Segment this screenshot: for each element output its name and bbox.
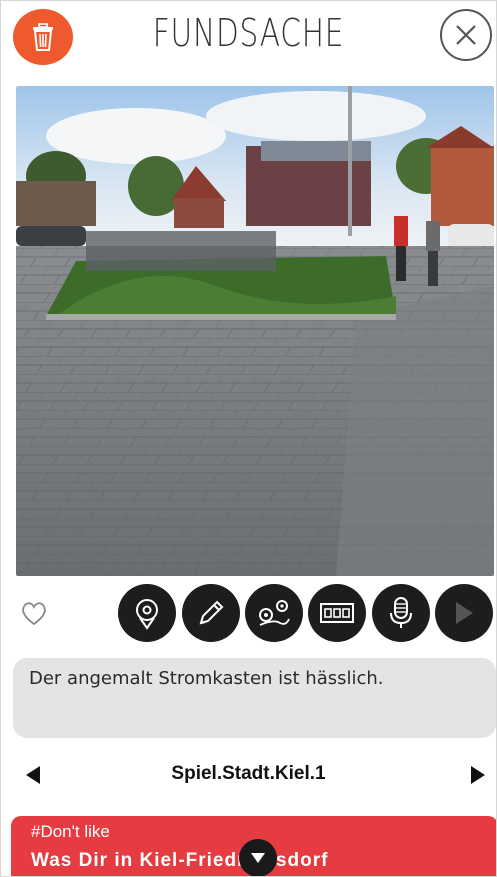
play-button[interactable] <box>435 584 493 642</box>
location-button[interactable] <box>118 584 176 642</box>
edit-button[interactable] <box>182 584 240 642</box>
route-icon <box>259 600 290 626</box>
location-pin-icon <box>136 599 158 630</box>
set-name: Spiel.Stadt.Kiel.1 <box>171 763 326 784</box>
pencil-icon <box>199 600 224 625</box>
comment-text: Der angemalt Stromkasten ist hässlich. <box>29 668 384 689</box>
close-button[interactable] <box>440 9 492 61</box>
app-screen: FUNDSACHE Der angemalt Stromkasten ist h… <box>0 0 497 877</box>
page-title: FUNDSACHE <box>152 11 345 55</box>
next-set-arrow[interactable] <box>471 766 485 784</box>
route-button[interactable] <box>245 584 303 642</box>
found-item-photo <box>16 86 494 576</box>
microphone-icon <box>390 597 412 628</box>
chevron-down-icon <box>251 853 265 863</box>
trash-icon <box>33 23 53 51</box>
film-button[interactable] <box>308 584 366 642</box>
like-button[interactable] <box>19 598 49 628</box>
heart-outline-icon <box>22 602 46 626</box>
film-strip-icon <box>320 603 354 623</box>
play-icon <box>456 602 473 624</box>
expand-banner-button[interactable] <box>239 839 277 876</box>
close-icon <box>456 25 476 45</box>
record-audio-button[interactable] <box>372 584 430 642</box>
comment-box[interactable]: Der angemalt Stromkasten ist hässlich. <box>13 658 496 738</box>
